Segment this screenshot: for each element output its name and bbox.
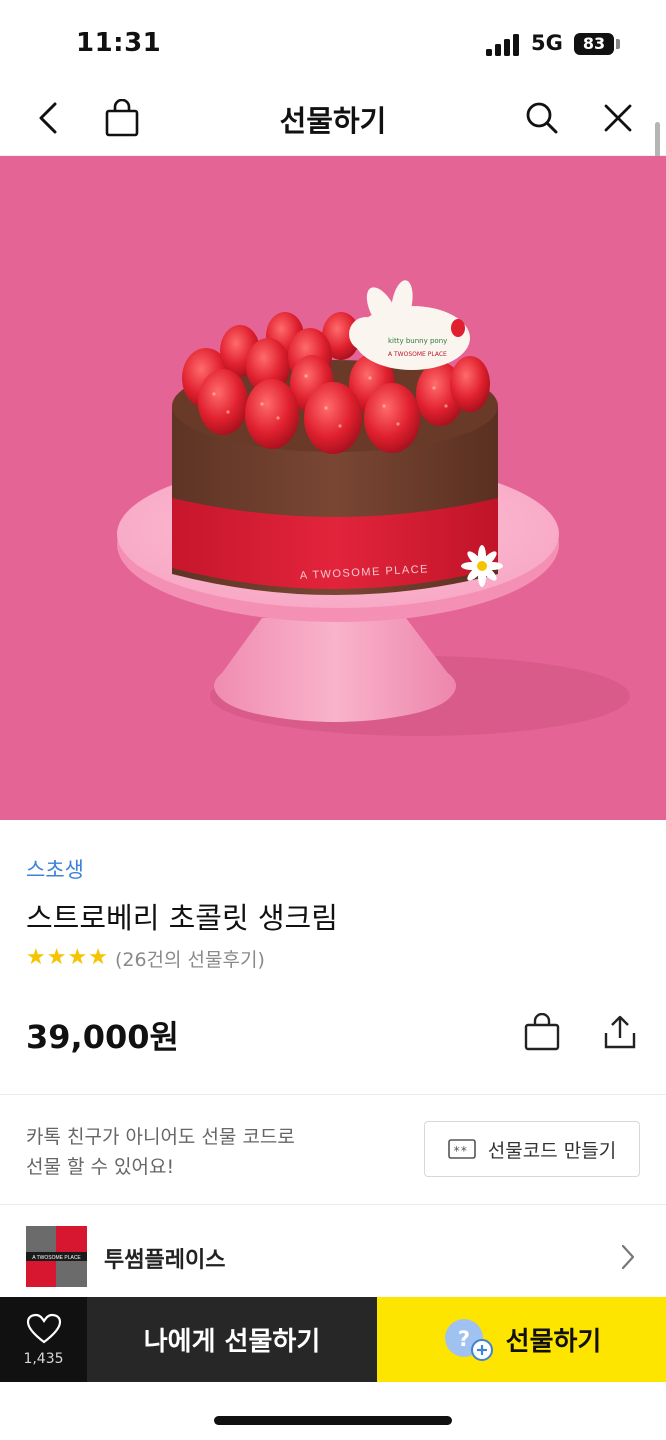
gift-code-message-line: 카톡 친구가 아니어도 선물 코드로 [26, 1126, 295, 1148]
chevron-right-icon [621, 1244, 635, 1270]
status-bar: 11:31 5G 83 [0, 0, 666, 80]
svg-text:**: ** [453, 1144, 467, 1158]
gift-code-message: 카톡 친구가 아니어도 선물 코드로 선물 할 수 있어요! [26, 1122, 295, 1182]
review-count[interactable]: (26건의 선물후기) [115, 945, 265, 972]
close-button[interactable] [594, 94, 642, 142]
page-title: 선물하기 [279, 104, 387, 138]
signal-icon [486, 34, 519, 56]
wishlist-button[interactable]: 1,435 [0, 1297, 87, 1382]
product-image: A TWOSOME PLACE kitty bunny pony A TWOSO… [0, 156, 666, 820]
top-nav: 선물하기 [0, 80, 666, 156]
close-icon [604, 104, 632, 132]
like-count: 1,435 [23, 1350, 64, 1367]
gift-button[interactable]: ? 선물하기 [377, 1297, 666, 1382]
gift-button-label: 선물하기 [505, 1327, 602, 1357]
home-indicator[interactable] [214, 1416, 452, 1425]
search-button[interactable] [518, 94, 566, 142]
store-name: 투썸플레이스 [104, 1248, 226, 1273]
search-icon [526, 102, 558, 134]
star-icon: ★ [26, 945, 46, 970]
svg-text:?: ? [458, 1327, 470, 1351]
network-type: 5G [531, 31, 563, 55]
share-button[interactable] [598, 1010, 642, 1054]
store-logo: A TWOSOME PLACE [26, 1226, 87, 1287]
product-price: 39,000원 [26, 1018, 179, 1056]
rating-row[interactable]: ★ ★ ★ ★ (26건의 선물후기) [26, 944, 265, 972]
create-gift-code-button[interactable]: ** 선물코드 만들기 [424, 1121, 640, 1177]
gift-to-self-button[interactable]: 나에게 선물하기 [87, 1297, 377, 1382]
gift-code-message-line: 선물 할 수 있어요! [26, 1156, 175, 1178]
status-time: 11:31 [76, 28, 162, 58]
battery-icon: 83 [574, 33, 614, 55]
product-name: 스트로베리 초콜릿 생크림 [26, 901, 338, 935]
divider [0, 1094, 666, 1095]
create-gift-code-label: 선물코드 만들기 [487, 1139, 617, 1162]
brand-link[interactable]: 스초생 [26, 854, 84, 884]
store-link[interactable]: A TWOSOME PLACE 투썸플레이스 [0, 1206, 666, 1298]
cake-illustration: A TWOSOME PLACE kitty bunny pony A TWOSO… [117, 280, 630, 736]
star-icon: ★ [88, 945, 108, 970]
svg-text:kitty bunny pony: kitty bunny pony [388, 337, 447, 345]
bottom-action-bar: 1,435 나에게 선물하기 ? 선물하기 [0, 1297, 666, 1382]
star-icon: ★ [67, 945, 88, 970]
gift-friend-icon: ? [444, 1318, 493, 1361]
cart-button[interactable] [520, 1010, 564, 1054]
svg-text:A TWOSOME PLACE: A TWOSOME PLACE [388, 351, 447, 358]
bunny-topper: kitty bunny pony A TWOSOME PLACE [349, 280, 470, 370]
star-icon: ★ [46, 945, 67, 970]
divider [0, 1204, 666, 1205]
battery-tip [616, 39, 620, 49]
svg-text:A TWOSOME PLACE: A TWOSOME PLACE [32, 1255, 81, 1261]
shopping-bag-icon [524, 1013, 560, 1051]
heart-icon [26, 1313, 61, 1343]
code-icon: ** [447, 1139, 476, 1159]
share-icon [604, 1015, 636, 1049]
